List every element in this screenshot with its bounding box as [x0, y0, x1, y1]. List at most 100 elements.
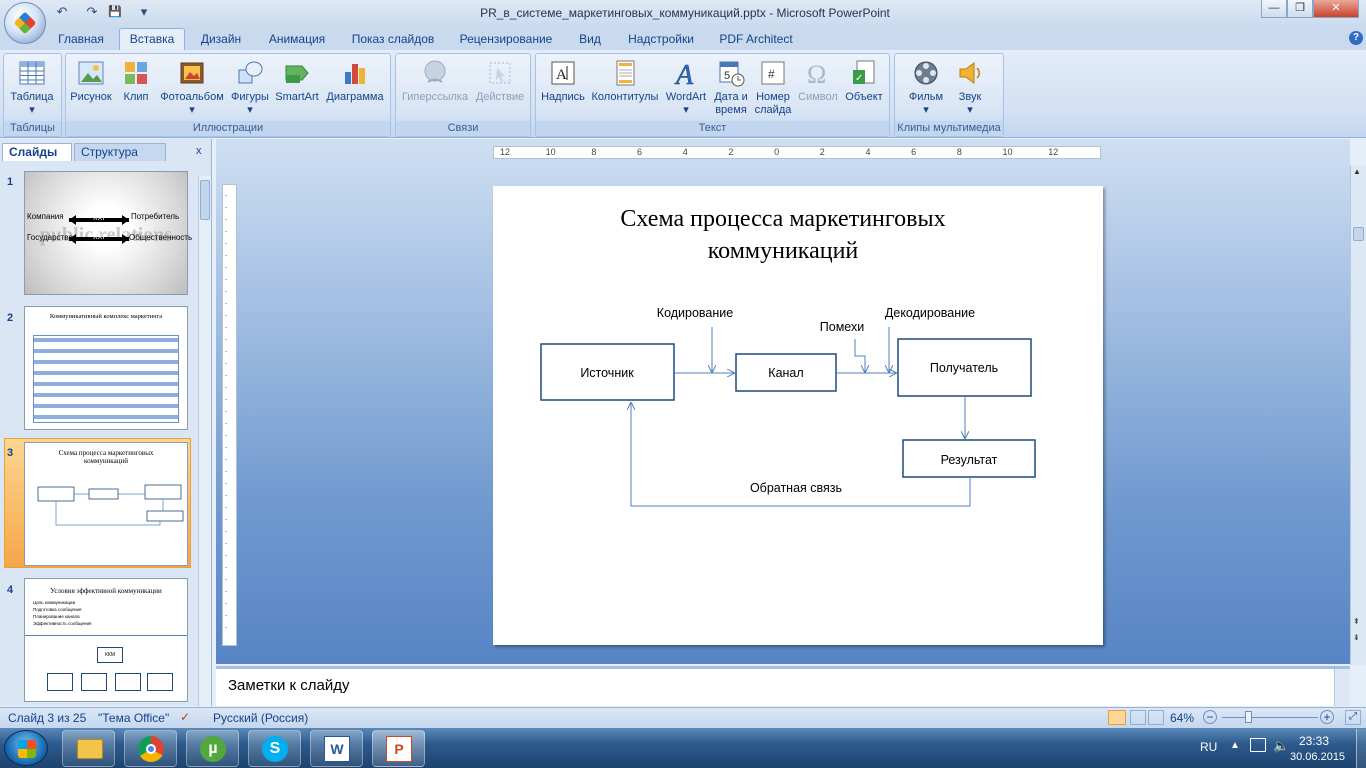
- slide-thumbnail-4[interactable]: Условия эффективной коммуникации Цель ко…: [24, 578, 188, 702]
- notes-scrollbar[interactable]: [1334, 669, 1350, 706]
- zoom-slider-thumb[interactable]: [1245, 711, 1252, 723]
- headerfooter-button[interactable]: Колонтитулы: [589, 56, 661, 118]
- normal-view-icon[interactable]: [1108, 710, 1126, 725]
- input-language[interactable]: RU: [1200, 740, 1217, 754]
- tab-animation[interactable]: Анимация: [260, 31, 334, 50]
- slide-thumbnail-3[interactable]: Схема процесса маркетинговых коммуникаци…: [24, 442, 188, 566]
- object-label: Объект: [845, 91, 883, 103]
- qat-customize-icon[interactable]: ▾: [136, 4, 152, 20]
- tab-view[interactable]: Вид: [572, 31, 608, 50]
- action-label: Действие: [475, 91, 525, 103]
- tab-design[interactable]: Дизайн: [193, 31, 249, 50]
- sound-button[interactable]: Звук ▾: [950, 56, 990, 118]
- wordart-button[interactable]: A WordArt ▾: [662, 56, 710, 118]
- fit-slide-icon[interactable]: ⤢: [1345, 710, 1361, 725]
- datetime-button[interactable]: 5 Дата и время: [711, 56, 751, 118]
- clock-date[interactable]: 30.06.2015: [1290, 751, 1345, 763]
- ruler-label: 2: [819, 147, 825, 157]
- windows-logo-icon: [18, 740, 36, 758]
- tab-slideshow[interactable]: Показ слайдов: [345, 31, 441, 50]
- tray-expand-icon[interactable]: ▲: [1230, 740, 1240, 751]
- calendar-icon: 5: [719, 61, 745, 87]
- smartart-button[interactable]: SmartArt: [273, 56, 321, 118]
- redo-icon[interactable]: ↷: [84, 4, 100, 20]
- next-slide-icon[interactable]: ⇟: [1353, 633, 1360, 642]
- clip-button[interactable]: Клип: [119, 56, 153, 118]
- shapes-button[interactable]: Фигуры ▾: [229, 56, 271, 118]
- ruler-label: 6: [911, 147, 917, 157]
- editor-scrollbar[interactable]: ▲ ⇞ ⇟: [1350, 165, 1366, 665]
- chart-button[interactable]: Диаграмма: [322, 56, 388, 118]
- office-button[interactable]: [4, 2, 46, 44]
- thumb-number-2: 2: [7, 312, 14, 324]
- maximize-button[interactable]: ❐: [1287, 0, 1313, 18]
- taskbar-utorrent[interactable]: µ: [186, 730, 239, 767]
- taskbar-word[interactable]: W: [310, 730, 363, 767]
- taskbar-chrome[interactable]: [124, 730, 177, 767]
- movie-button[interactable]: Фильм ▾: [902, 56, 950, 118]
- tab-home[interactable]: Главная: [52, 31, 110, 50]
- headerfooter-label: Колонтитулы: [591, 91, 659, 103]
- symbol-button[interactable]: Ω Символ: [796, 56, 840, 118]
- tab-insert[interactable]: Вставка: [119, 28, 185, 51]
- slide-thumbnail-2[interactable]: Коммуникативный комплекс маркетинга: [24, 306, 188, 430]
- help-icon[interactable]: ?: [1349, 31, 1363, 45]
- thumb4-bullet: Планирование канала: [33, 614, 80, 619]
- spellcheck-icon[interactable]: ✓: [180, 710, 190, 724]
- taskbar-skype[interactable]: S: [248, 730, 301, 767]
- slideshow-view-icon[interactable]: [1148, 710, 1164, 725]
- clock-time[interactable]: 23:33: [1299, 734, 1329, 748]
- ruler-label: 2: [728, 147, 734, 157]
- scroll-up-icon[interactable]: ▲: [1353, 167, 1361, 176]
- language-indicator[interactable]: Русский (Россия): [213, 711, 308, 725]
- table-button[interactable]: Таблица ▾: [5, 56, 59, 118]
- editor-scroll-thumb[interactable]: [1353, 227, 1364, 241]
- object-button[interactable]: ✓ Объект: [841, 56, 887, 118]
- tab-pdf-architect[interactable]: PDF Architect: [713, 31, 799, 50]
- thumb4-sub-box: [115, 673, 141, 691]
- omega-icon: Ω: [807, 60, 826, 88]
- slide-thumbnail-1[interactable]: public relations Компания Потребитель Го…: [24, 171, 192, 295]
- slide-canvas[interactable]: Схема процесса маркетинговых коммуникаци…: [493, 186, 1103, 645]
- zoom-slider-track[interactable]: [1222, 717, 1318, 718]
- zoom-out-icon[interactable]: −: [1203, 710, 1217, 724]
- taskbar-explorer[interactable]: [62, 730, 115, 767]
- sorter-view-icon[interactable]: [1130, 710, 1146, 725]
- ruler-label: 12: [1048, 147, 1059, 157]
- vertical-ruler-ticks: [225, 195, 227, 635]
- save-icon[interactable]: 💾: [107, 4, 123, 20]
- thumb2-title: Коммуникативный комплекс маркетинга: [49, 313, 163, 320]
- hyperlink-button[interactable]: Гиперссылка: [399, 56, 471, 118]
- picture-button[interactable]: Рисунок: [67, 56, 115, 118]
- network-icon[interactable]: [1250, 738, 1266, 752]
- zoom-in-icon[interactable]: +: [1320, 710, 1334, 724]
- close-button[interactable]: ✕: [1313, 0, 1359, 18]
- show-desktop-button[interactable]: [1356, 729, 1366, 768]
- thumb1-society: Общественность: [129, 233, 193, 242]
- tab-addins[interactable]: Надстройки: [620, 31, 702, 50]
- volume-icon[interactable]: 🔈: [1273, 738, 1289, 754]
- photoalbum-label: Фотоальбом: [160, 91, 224, 103]
- ruler-label: 12: [500, 147, 511, 157]
- slide-diagram: Схема процесса маркетинговых коммуникаци…: [540, 206, 1036, 507]
- panel-scrollbar[interactable]: [198, 176, 211, 706]
- taskbar-powerpoint[interactable]: P: [372, 730, 425, 767]
- ruler-label: 8: [956, 147, 962, 157]
- prev-slide-icon[interactable]: ⇞: [1353, 617, 1360, 626]
- close-panel-icon[interactable]: x: [196, 145, 202, 157]
- node-result-label: Результат: [941, 453, 998, 467]
- zoom-level[interactable]: 64%: [1170, 711, 1194, 725]
- slidenumber-button[interactable]: # Номер слайда: [753, 56, 793, 118]
- shapes-icon: [238, 61, 263, 84]
- notes-pane[interactable]: Заметки к слайду: [216, 666, 1350, 706]
- minimize-button[interactable]: —: [1261, 0, 1287, 18]
- textbox-button[interactable]: A Надпись: [539, 56, 587, 118]
- tab-outline[interactable]: Структура: [74, 143, 166, 161]
- action-button[interactable]: Действие: [472, 56, 528, 118]
- tab-review[interactable]: Рецензирование: [452, 31, 560, 50]
- photoalbum-button[interactable]: Фотоальбом ▾: [156, 56, 228, 118]
- undo-icon[interactable]: ↶: [54, 4, 70, 20]
- panel-scroll-thumb[interactable]: [200, 180, 210, 220]
- start-button[interactable]: [4, 730, 48, 766]
- tab-slides[interactable]: Слайды: [2, 143, 72, 161]
